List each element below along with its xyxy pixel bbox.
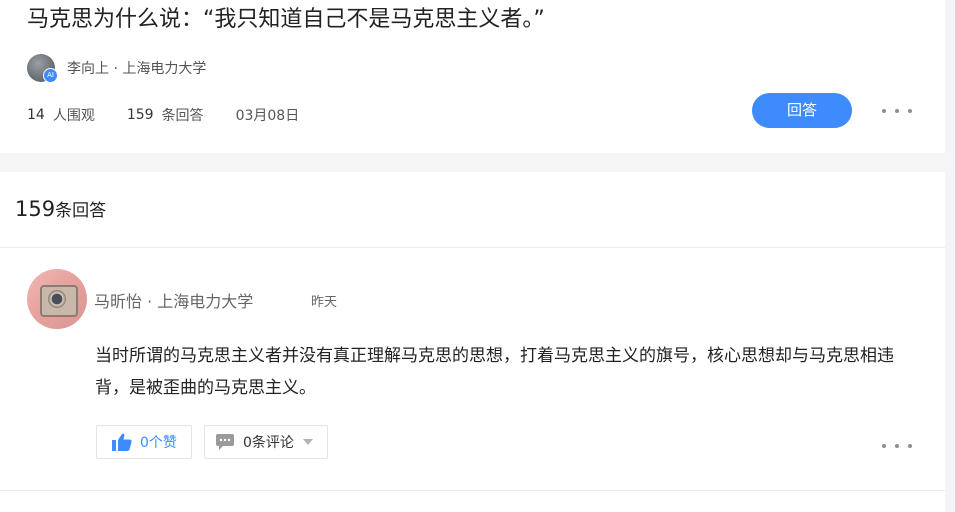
question-card: 马克思为什么说：“我只知道自己不是马克思主义者。” AI 李向上 · 上海电力大… bbox=[0, 0, 945, 153]
question-date: 03月08日 bbox=[235, 108, 300, 124]
answers-count: 159 bbox=[126, 107, 154, 123]
answers-card: 159条回答 马昕怡 · 上海电力大学 昨天 当时所谓的马克思主义者并没有真正理… bbox=[0, 172, 945, 512]
verified-badge: AI bbox=[43, 68, 58, 83]
answers-total: 159 bbox=[15, 197, 56, 221]
views-label: 人围观 bbox=[52, 108, 95, 124]
answers-total-label: 条回答 bbox=[55, 201, 107, 221]
question-author-name[interactable]: 李向上 · 上海电力大学 bbox=[67, 58, 206, 78]
answer-button[interactable]: 回答 bbox=[752, 93, 852, 128]
avatar[interactable]: AI bbox=[27, 54, 58, 83]
thumbs-up-icon bbox=[112, 433, 132, 451]
comment-button[interactable]: 0条评论 bbox=[204, 425, 328, 459]
camera-lens bbox=[48, 290, 66, 308]
answers-label: 条回答 bbox=[161, 108, 204, 124]
like-label: 0个赞 bbox=[140, 435, 177, 451]
question-meta: 14 人围观 159 条回答 03月08日 bbox=[27, 105, 299, 125]
answer-avatar[interactable] bbox=[27, 269, 87, 329]
like-button[interactable]: 0个赞 bbox=[96, 425, 192, 459]
comment-label: 0条评论 bbox=[243, 435, 294, 451]
divider bbox=[0, 490, 945, 491]
answer-time: 昨天 bbox=[311, 295, 338, 310]
comment-bubble-icon bbox=[216, 434, 234, 450]
answer-body: 当时所谓的马克思主义者并没有真正理解马克思的思想，打着马克思主义的旗号，核心思想… bbox=[95, 346, 894, 398]
views-count: 14 bbox=[27, 107, 45, 123]
caret-down-icon bbox=[302, 439, 313, 445]
more-dots-icon[interactable] bbox=[882, 436, 912, 456]
more-dots-icon[interactable] bbox=[882, 101, 912, 121]
question-author-row: AI 李向上 · 上海电力大学 bbox=[27, 54, 206, 83]
question-title[interactable]: 马克思为什么说：“我只知道自己不是马克思主义者。” bbox=[27, 4, 545, 36]
divider bbox=[0, 247, 945, 248]
answers-count-header: 159条回答 bbox=[15, 196, 106, 221]
answer-author-name[interactable]: 马昕怡 · 上海电力大学 bbox=[94, 288, 253, 312]
